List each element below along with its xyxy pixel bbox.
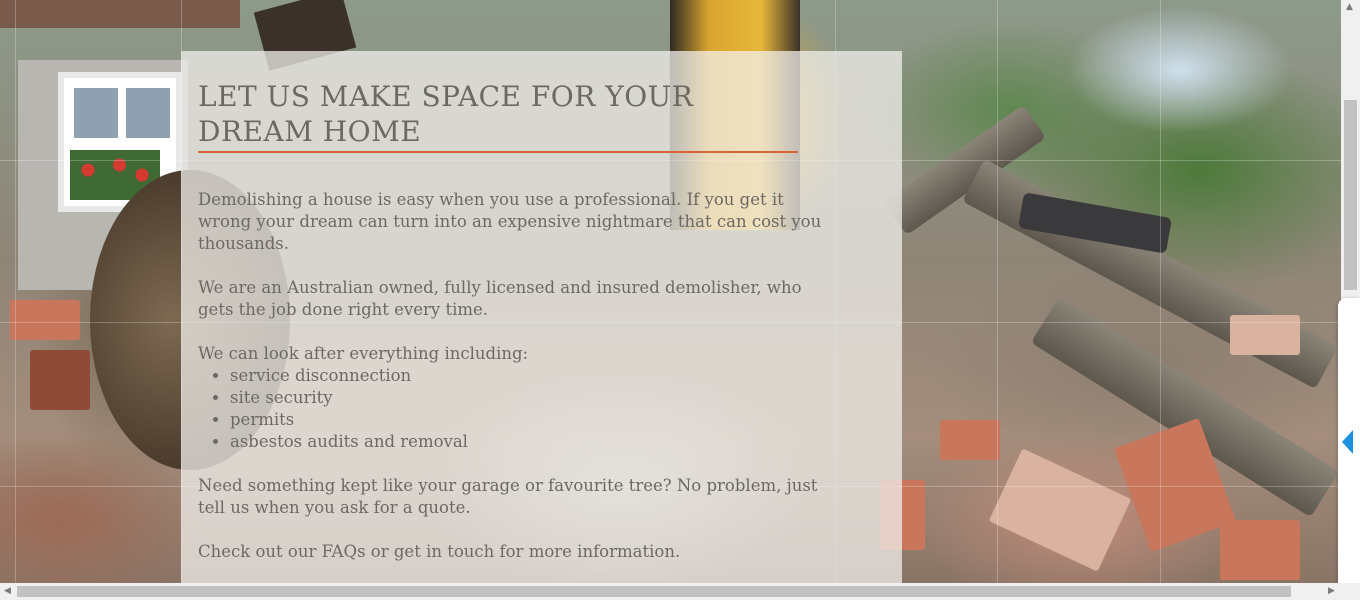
grid-line bbox=[997, 0, 998, 583]
services-intro: We can look after everything including: bbox=[198, 344, 529, 363]
vertical-scrollbar-thumb[interactable] bbox=[1344, 100, 1357, 290]
list-item: permits bbox=[230, 409, 838, 431]
keep-items-paragraph: Need something kept like your garage or … bbox=[198, 476, 818, 517]
grid-line bbox=[1160, 0, 1161, 583]
scroll-right-arrow-icon[interactable]: ▶ bbox=[1328, 587, 1335, 596]
chevron-left-icon[interactable] bbox=[1342, 430, 1353, 454]
horizontal-scrollbar-thumb[interactable] bbox=[17, 586, 1291, 597]
debris-brick bbox=[10, 300, 80, 340]
debris-brick bbox=[1220, 520, 1300, 580]
services-list: service disconnection site security perm… bbox=[198, 365, 838, 453]
list-item: service disconnection bbox=[230, 365, 838, 387]
list-item: asbestos audits and removal bbox=[230, 431, 838, 453]
intro-panel: LET US MAKE SPACE FOR YOUR DREAM HOME De… bbox=[181, 51, 902, 583]
debris-brick bbox=[30, 350, 90, 410]
title-underline bbox=[198, 151, 798, 153]
credentials-paragraph: We are an Australian owned, fully licens… bbox=[198, 278, 802, 319]
house-roof bbox=[0, 0, 240, 28]
intro-paragraph: Demolishing a house is easy when you use… bbox=[198, 190, 822, 253]
page-title-line2: DREAM HOME bbox=[198, 115, 422, 148]
page-title-line1: LET US MAKE SPACE FOR YOUR bbox=[198, 80, 694, 113]
faq-contact-paragraph: Check out our FAQs or get in touch for m… bbox=[198, 542, 681, 561]
intro-content: Demolishing a house is easy when you use… bbox=[198, 189, 838, 585]
scroll-left-arrow-icon[interactable]: ◀ bbox=[4, 587, 11, 596]
debris-brick bbox=[940, 420, 1000, 460]
debris-brick bbox=[1230, 315, 1300, 355]
scroll-up-arrow-icon[interactable]: ▲ bbox=[1346, 3, 1353, 12]
page-title: LET US MAKE SPACE FOR YOUR DREAM HOME bbox=[198, 79, 758, 149]
grid-line bbox=[15, 0, 16, 583]
debris-brick bbox=[988, 448, 1132, 572]
list-item: site security bbox=[230, 387, 838, 409]
